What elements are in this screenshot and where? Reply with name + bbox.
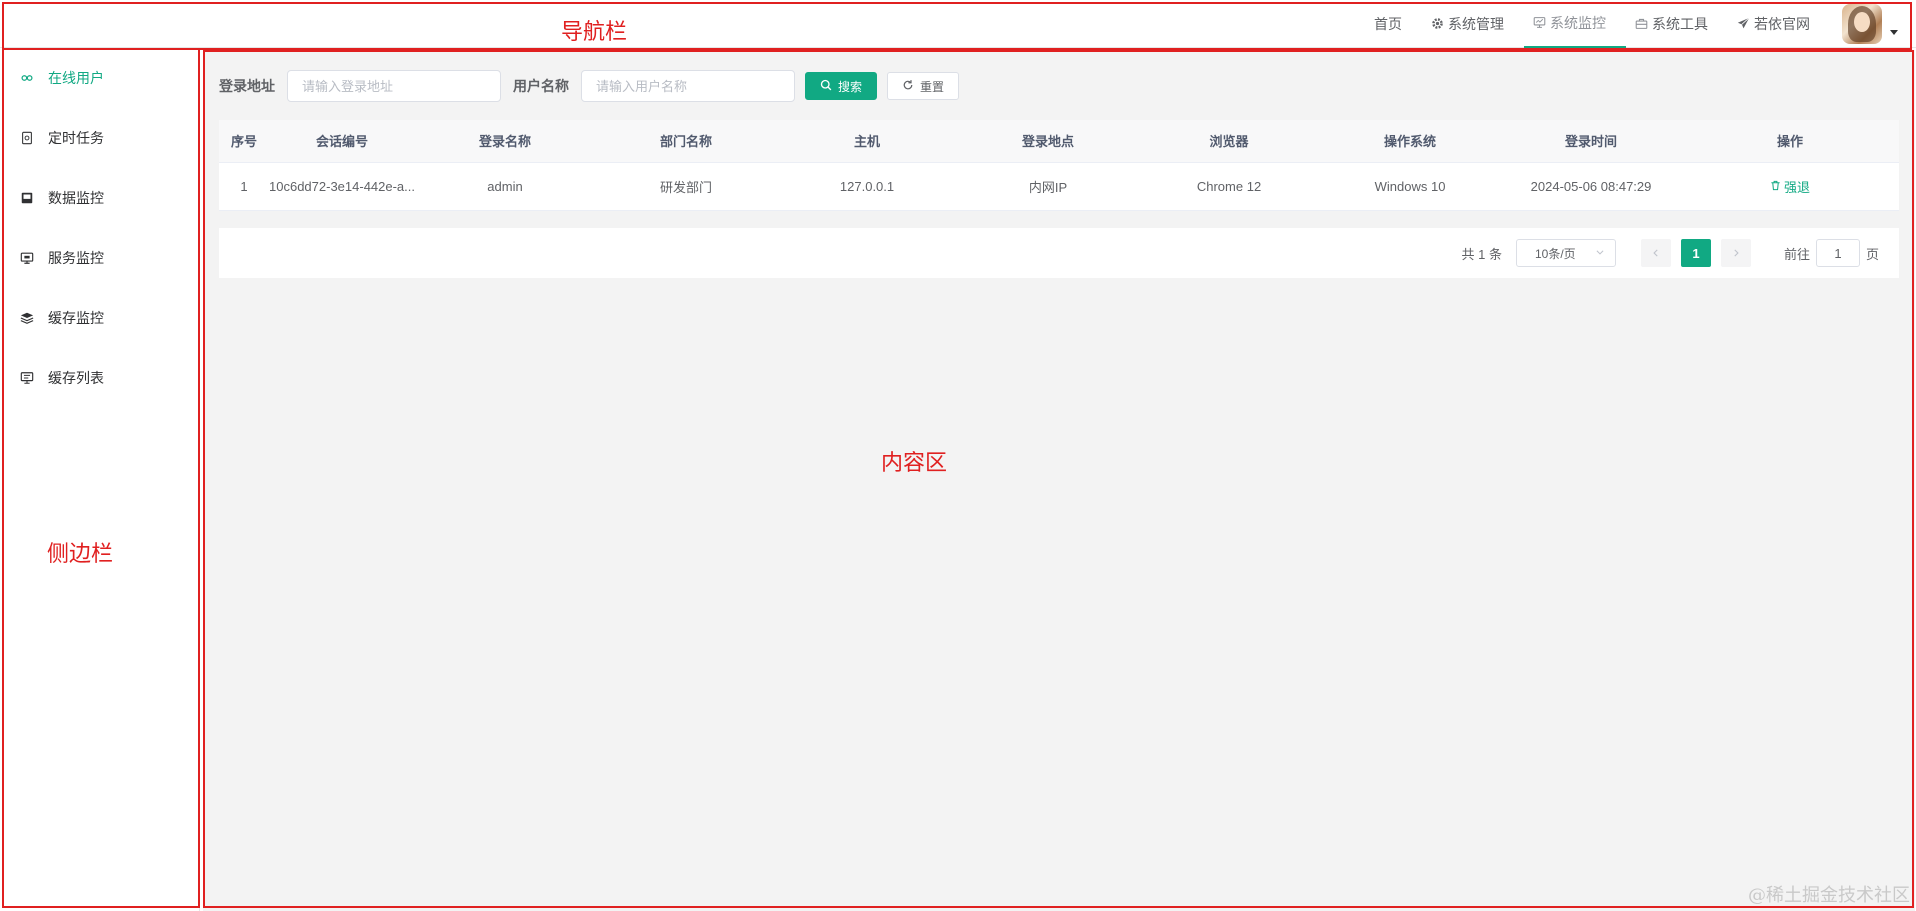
cell-location: 内网IP (957, 162, 1140, 211)
online-user-table: 序号 会话编号 登录名称 部门名称 主机 登录地点 浏览器 操作系统 登录时间 … (219, 120, 1899, 211)
page-size-select[interactable]: 10条/页 (1515, 239, 1616, 267)
top-menu: 首页 系统管理 系统监控 系统工具 若依官网 (1366, 0, 1830, 48)
nav-item-label: 系统监控 (1550, 15, 1606, 31)
goto-suffix: 页 (1865, 246, 1879, 262)
redis-icon (20, 311, 34, 325)
monitor-icon (1532, 16, 1546, 30)
nav-item-tool[interactable]: 系统工具 (1626, 0, 1728, 48)
sidebar-item-label: 缓存监控 (48, 310, 104, 326)
pagination-total: 共 1 条 (1461, 246, 1502, 262)
nav-item-label: 首页 (1374, 16, 1402, 32)
watermark: @稀土掘金技术社区 (1748, 885, 1910, 906)
cell-os: Windows 10 (1319, 162, 1502, 211)
prev-page-button[interactable] (1640, 239, 1671, 267)
search-button[interactable]: 搜索 (805, 72, 878, 100)
page: 首页 系统管理 系统监控 系统工具 若依官网 在线用户 定时任务 数据监控 服务… (0, 0, 1916, 911)
sidebar-item-cache[interactable]: 缓存监控 (0, 288, 199, 348)
goto-prefix: 前往 (1783, 246, 1810, 262)
chevron-down-icon (1595, 246, 1605, 260)
sidebar-item-online[interactable]: 在线用户 (0, 48, 199, 108)
column-header: 登录名称 (415, 120, 596, 163)
column-header: 登录地点 (957, 120, 1140, 163)
ipaddr-input[interactable] (287, 70, 501, 102)
column-header: 登录时间 (1501, 120, 1682, 163)
ipaddr-label: 登录地址 (219, 78, 275, 94)
avatar-face (1854, 12, 1870, 32)
search-form: 登录地址 用户名称 搜索 重置 (219, 70, 969, 102)
sidebar-item-label: 数据监控 (48, 190, 104, 206)
job-icon (20, 131, 34, 145)
gear-icon (1430, 17, 1444, 31)
cell-login-time: 2024-05-06 08:47:29 (1501, 162, 1682, 211)
chevron-right-icon (1734, 249, 1739, 257)
page-jumper: 前往 页 (1784, 239, 1879, 267)
page-size-value: 10条/页 (1534, 246, 1576, 261)
sidebar-item-label: 定时任务 (48, 130, 104, 146)
column-header: 会话编号 (269, 120, 416, 163)
nav-item-monitor[interactable]: 系统监控 (1524, 0, 1626, 48)
nav-item-label: 系统工具 (1652, 16, 1708, 32)
goto-page-input[interactable] (1815, 239, 1860, 267)
column-header: 操作 (1681, 120, 1899, 163)
sidebar-item-cache-list[interactable]: 缓存列表 (0, 348, 199, 408)
navbar-annotation-label: 导航栏 (561, 20, 628, 45)
sidebar-item-server[interactable]: 服务监控 (0, 228, 199, 288)
pagination: 共 1 条 10条/页 1 前往 页 (219, 228, 1899, 278)
sidebar: 在线用户 定时任务 数据监控 服务监控 缓存监控 缓存列表 (0, 48, 200, 911)
force-logout-label: 强退 (1784, 179, 1811, 195)
column-header: 主机 (777, 120, 958, 163)
cell-browser: Chrome 12 (1139, 162, 1320, 211)
reset-button[interactable]: 重置 (887, 72, 960, 100)
nav-item-home[interactable]: 首页 (1366, 0, 1422, 48)
table-header-row: 序号 会话编号 登录名称 部门名称 主机 登录地点 浏览器 操作系统 登录时间 … (219, 120, 1899, 163)
search-icon (820, 79, 832, 94)
force-logout-button[interactable]: 强退 (1770, 177, 1810, 196)
sidebar-annotation-label: 侧边栏 (47, 542, 114, 567)
main-content: 登录地址 用户名称 搜索 重置 序号 (203, 50, 1915, 911)
sidebar-item-label: 缓存列表 (48, 370, 104, 386)
server-icon (20, 251, 34, 265)
cell-token: 10c6dd72-3e14-442e-a... (269, 162, 416, 211)
column-header: 操作系统 (1319, 120, 1502, 163)
next-page-button[interactable] (1720, 239, 1751, 267)
column-header: 部门名称 (595, 120, 778, 163)
delete-icon (1770, 179, 1781, 194)
navbar: 首页 系统管理 系统监控 系统工具 若依官网 (0, 0, 1916, 48)
reset-button-label: 重置 (920, 79, 945, 94)
cell-dept: 研发部门 (595, 162, 778, 211)
toolbox-icon (1634, 17, 1648, 31)
username-input[interactable] (581, 70, 795, 102)
chevron-left-icon (1653, 249, 1658, 257)
sidebar-item-label: 在线用户 (48, 70, 104, 86)
cell-index: 1 (219, 162, 269, 211)
nav-item-ruoyi-site[interactable]: 若依官网 (1728, 0, 1830, 48)
nav-item-system[interactable]: 系统管理 (1422, 0, 1524, 48)
table-row: 1 10c6dd72-3e14-442e-a... admin 研发部门 127… (219, 162, 1899, 211)
sidebar-item-label: 服务监控 (48, 250, 104, 266)
redis-list-icon (20, 371, 34, 385)
content-annotation-label: 内容区 (881, 451, 948, 476)
sidebar-item-druid[interactable]: 数据监控 (0, 168, 199, 228)
cell-host: 127.0.0.1 (777, 162, 958, 211)
cell-username: admin (415, 162, 596, 211)
search-button-label: 搜索 (838, 79, 863, 94)
page-number-current[interactable]: 1 (1680, 239, 1711, 267)
column-header: 浏览器 (1139, 120, 1320, 163)
cell-action: 强退 (1681, 162, 1899, 211)
username-label: 用户名称 (513, 78, 569, 94)
sidebar-item-job[interactable]: 定时任务 (0, 108, 199, 168)
nav-item-label: 若依官网 (1754, 16, 1810, 32)
nav-item-label: 系统管理 (1448, 16, 1504, 32)
column-header: 序号 (219, 120, 269, 163)
avatar[interactable] (1842, 4, 1882, 44)
paper-plane-icon (1736, 17, 1750, 31)
caret-down-icon[interactable] (1890, 30, 1898, 35)
online-icon (20, 71, 34, 85)
refresh-icon (902, 79, 914, 94)
druid-icon (20, 191, 34, 205)
